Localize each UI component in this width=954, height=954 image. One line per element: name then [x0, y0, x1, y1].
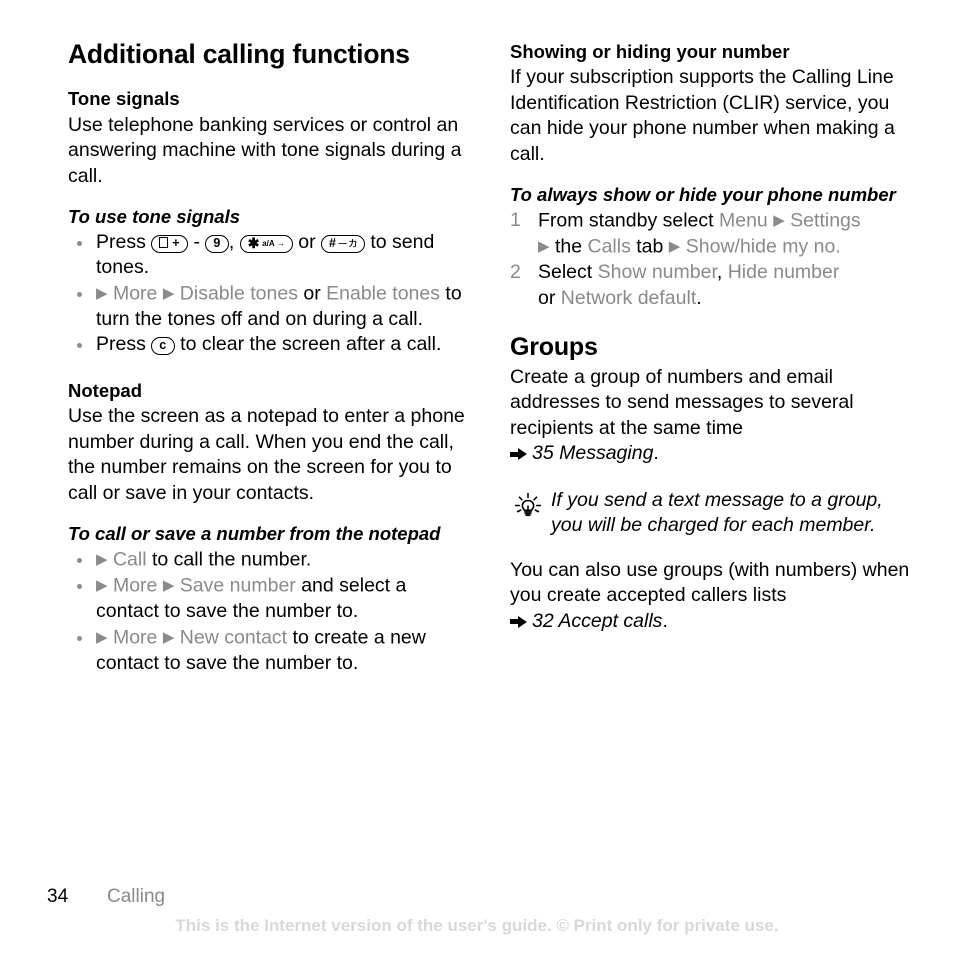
key-zero-plus: +: [151, 234, 189, 253]
bullet-tail: to clear the screen after a call.: [180, 333, 442, 356]
ui-term-call: Call: [112, 548, 147, 571]
list-item: 2 Select Show number, Hide number or Net…: [510, 260, 910, 311]
cross-reference-arrow-icon: [510, 448, 527, 461]
menu-arrow-icon: [96, 285, 108, 302]
list-item: Press + - 9, ✱ a/A → or # — 力 to send to…: [68, 230, 468, 281]
ui-term-network-default: Network default: [560, 286, 697, 309]
period: .: [653, 442, 659, 465]
internet-version-watermark: This is the Internet version of the user…: [175, 916, 779, 935]
menu-arrow-icon: [163, 629, 175, 646]
menu-arrow-icon: [538, 238, 550, 255]
comma-separator: ,: [228, 230, 235, 253]
lightbulb-tip-icon: [514, 492, 542, 517]
key-clear: c: [151, 337, 175, 356]
groups-body: Create a group of numbers and email addr…: [510, 365, 910, 467]
bullet-tail: to call the number.: [151, 548, 312, 571]
ui-term-enable-tones: Enable tones: [326, 282, 440, 305]
menu-arrow-icon: [96, 629, 108, 646]
step-lead: From standby select: [538, 209, 714, 232]
manual-page: Additional calling functions Tone signal…: [0, 0, 954, 954]
ui-term-hide-number: Hide number: [727, 261, 840, 284]
list-item: Call to call the number.: [68, 547, 468, 573]
ui-term-show-hide-my-no: Show/hide my no.: [685, 235, 841, 258]
page-title: Additional calling functions: [68, 39, 410, 69]
ui-term-disable-tones: Disable tones: [179, 282, 298, 305]
or-label: or: [538, 286, 556, 309]
left-column: Additional calling functions Tone signal…: [68, 39, 468, 676]
groups-body-2-text: You can also use groups (with numbers) w…: [510, 558, 910, 607]
menu-arrow-icon: [96, 551, 108, 568]
ui-term-show-number: Show number: [597, 261, 717, 284]
ui-term-new-contact: New contact: [179, 626, 288, 649]
list-item: 1 From standby select Menu Settings the …: [510, 208, 910, 260]
press-label: Press: [96, 230, 146, 253]
menu-arrow-icon: [163, 285, 175, 302]
menu-arrow-icon: [773, 212, 785, 229]
cross-reference-messaging: 35 Messaging: [532, 442, 654, 465]
section-heading-showing-hiding: Showing or hiding your number: [510, 41, 790, 62]
tab-label: tab: [636, 235, 664, 258]
notepad-body: Use the screen as a notepad to enter a p…: [68, 405, 465, 504]
comma-separator: ,: [716, 261, 723, 284]
dash-separator: -: [193, 230, 200, 253]
ui-term-calls-tab: Calls: [587, 235, 631, 258]
procedure-title-call-or-save: To call or save a number from the notepa…: [68, 523, 441, 545]
step-lead: Select: [538, 261, 593, 284]
menu-arrow-icon: [669, 238, 681, 255]
list-item: More New contact to create a new contact…: [68, 625, 468, 677]
right-column: Showing or hiding your number If your su…: [510, 40, 910, 634]
section-heading-tone-signals: Tone signals: [68, 88, 180, 110]
cross-reference-arrow-icon: [510, 615, 527, 628]
notepad-bullet-list: Call to call the number. More Save numbe…: [68, 547, 468, 676]
or-label: or: [303, 282, 321, 305]
cross-reference-accept-calls: 32 Accept calls: [532, 609, 663, 632]
tip-block: If you send a text message to a group, y…: [510, 488, 910, 539]
key-hash: # — 力: [321, 234, 365, 253]
step-continuation: or Network default.: [538, 286, 910, 312]
ui-term-more: More: [112, 282, 158, 305]
ui-term-more: More: [112, 574, 158, 597]
footer-chapter-name: Calling: [107, 886, 166, 907]
tone-signals-body: Use telephone banking services or contro…: [68, 113, 462, 187]
period: .: [696, 286, 702, 309]
the-label: the: [554, 235, 583, 258]
step-number: 2: [510, 261, 521, 284]
ui-term-save-number: Save number: [179, 574, 296, 597]
groups-body-2: You can also use groups (with numbers) w…: [510, 558, 910, 635]
period: .: [662, 609, 668, 632]
press-label: Press: [96, 333, 146, 356]
ui-term-settings: Settings: [790, 209, 861, 232]
show-hide-step-list: 1 From standby select Menu Settings the …: [510, 208, 910, 311]
list-item: More Save number and select a contact to…: [68, 573, 468, 625]
ui-term-menu: Menu: [719, 209, 768, 232]
menu-arrow-icon: [163, 577, 175, 594]
section-heading-groups: Groups: [510, 333, 598, 362]
showing-hiding-body: If your subscription supports the Callin…: [510, 66, 895, 165]
step-continuation: the Calls tab Show/hide my no.: [538, 234, 910, 260]
procedure-title-show-hide-number: To always show or hide your phone number: [510, 184, 896, 206]
tip-text: If you send a text message to a group, y…: [551, 488, 883, 537]
groups-body-text: Create a group of numbers and email addr…: [510, 365, 854, 439]
tone-signals-bullet-list: Press + - 9, ✱ a/A → or # — 力 to send to…: [68, 230, 468, 358]
page-number: 34: [47, 886, 69, 907]
procedure-title-use-tone-signals: To use tone signals: [68, 206, 241, 228]
menu-arrow-icon: [96, 577, 108, 594]
list-item: Press c to clear the screen after a call…: [68, 332, 468, 358]
section-heading-notepad: Notepad: [68, 379, 142, 401]
ui-term-more: More: [112, 626, 158, 649]
key-star: ✱ a/A →: [239, 234, 293, 253]
page-footer: 34 Calling This is the Internet version …: [0, 864, 954, 954]
or-label: or: [298, 230, 316, 253]
list-item: More Disable tones or Enable tones to tu…: [68, 281, 468, 333]
step-number: 1: [510, 209, 521, 232]
key-nine: 9: [205, 234, 229, 253]
